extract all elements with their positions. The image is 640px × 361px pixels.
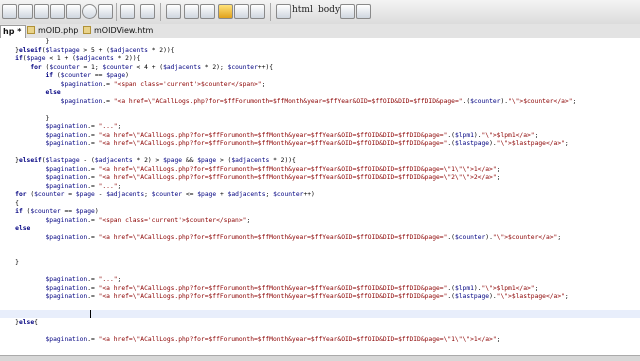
code-line: if ($counter == $page) [15,208,99,215]
text-caret [90,310,91,318]
code-line: $pagination.= "<a href=\"ACallLogs.php?f… [45,284,539,292]
code-line: } [0,259,19,266]
bold-icon[interactable] [2,4,17,19]
code-line: } [0,38,50,45]
italic-icon[interactable] [18,4,33,19]
tab-label: mOID.php [38,26,79,35]
code-line: $pagination.= "..."; [45,276,122,283]
clip-icon[interactable] [200,4,215,19]
editor-toolbar: html body [0,0,640,25]
code-line: }elseif($lastpage - ($adjacents * 2) > $… [0,157,296,164]
script-icon[interactable] [276,4,291,19]
code-line: else [15,225,31,232]
edit-icon[interactable] [340,4,355,19]
tab-moid-php[interactable]: mOID.php [24,25,78,37]
code-line: if ($counter == $page) [45,72,129,79]
font-color-icon[interactable] [218,4,233,19]
anchor-icon[interactable] [98,4,113,19]
form-icon[interactable] [184,4,199,19]
code-line: $pagination.= "<a href=\"ACallLogs.php?f… [45,174,501,181]
code-line: $pagination.= "<a href=\"ACallLogs.php?f… [45,335,501,343]
strike-icon[interactable] [50,4,65,19]
image-icon[interactable] [82,4,97,19]
code-line: $pagination.= "<a href=\"ACallLogs.php?f… [45,233,562,241]
tab-label: mOIDView.htm [94,26,154,35]
html-file-icon [83,26,91,34]
code-line: $pagination.= "<a href=\"ACallLogs.php?f… [45,293,569,300]
code-line: for ($counter = 1; $counter < 4 + ($adja… [30,63,274,71]
document-tabs: hp * mOID.php mOIDView.htm [0,24,640,39]
code-line: { [0,199,19,207]
underline-icon[interactable] [34,4,49,19]
code-editor[interactable]: } }elseif($lastpage > 5 + ($adjacents * … [0,38,640,355]
align-icon[interactable] [66,4,81,19]
code-line: for ($counter = $page - $adjacents; $cou… [15,191,315,198]
code-line: $pagination.= "..."; [45,182,122,190]
code-line: $pagination.= "<a href=\"ACallLogs.php?f… [45,131,539,139]
code-line: $pagination.= "<span class='current'>$co… [45,216,251,224]
table-icon[interactable] [166,4,181,19]
code-line: $pagination.= "<span class='current'>$co… [60,80,266,88]
php-file-icon [27,26,35,34]
code-line: $pagination.= "<a href=\"ACallLogs.php?f… [45,165,501,173]
tag-icon[interactable] [250,4,265,19]
code-line: }else{ [0,318,38,326]
code-line: }elseif($lastpage > 5 + ($adjacents * 2)… [0,46,175,54]
code-line: } [0,114,50,122]
tab-current-file[interactable]: hp * [0,25,27,38]
code-line: $pagination.= "<a href=\"ACallLogs.php?f… [45,140,569,147]
highlight-icon[interactable] [234,4,249,19]
redo-icon[interactable] [140,4,155,19]
toolbar-divider [270,3,271,21]
code-line: $pagination.= "..."; [45,123,122,130]
tab-moidview-htm[interactable]: mOIDView.htm [80,25,153,37]
undo-icon[interactable] [120,4,135,19]
code-line: if($page < 1 + ($adjacents * 2)){ [15,55,141,62]
body-tag-label[interactable]: body [318,5,340,15]
code-line: else [45,89,61,96]
html-tag-label[interactable]: html [292,5,313,15]
current-line-highlight [0,310,640,318]
code-line: $pagination.= "<a href=\"ACallLogs.php?f… [60,97,577,105]
horizontal-scrollbar[interactable] [0,355,640,361]
toolbar-divider [116,3,117,21]
pencil-icon[interactable] [356,4,371,19]
toolbar-divider [160,3,161,21]
